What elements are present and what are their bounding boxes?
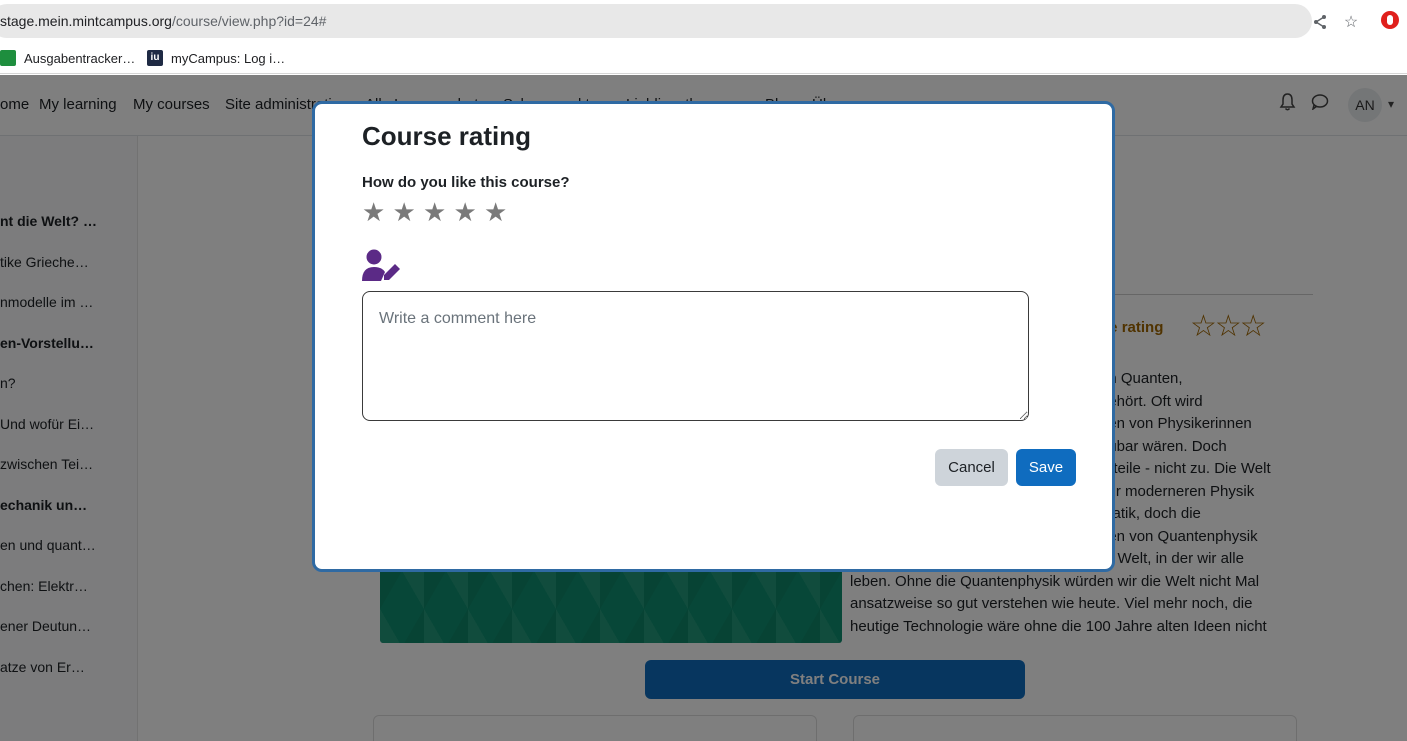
star-4-icon[interactable]: ★ (454, 199, 485, 225)
bookmark-label: Ausgabentracker… (24, 50, 136, 66)
bookmark-ausgabentracker[interactable]: Ausgabentracker… (0, 48, 135, 68)
star-rating: ★ ★ ★ ★ ★ (362, 199, 515, 225)
url-path: /course/view.php?id=24# (171, 13, 327, 29)
sheets-icon (0, 50, 16, 66)
bookmark-label: myCampus: Log i… (171, 50, 286, 66)
save-button[interactable]: Save (1016, 449, 1076, 486)
share-icon[interactable] (1311, 14, 1329, 32)
url-text[interactable]: stage.mein.mintcampus.org/course/view.ph… (0, 13, 326, 29)
comment-textarea[interactable] (362, 291, 1029, 421)
user-edit-icon (362, 249, 402, 283)
iu-icon: iu (147, 50, 163, 66)
bookmark-star-icon[interactable]: ☆ (1342, 14, 1360, 32)
course-rating-modal: Course rating How do you like this cours… (312, 101, 1115, 572)
url-host: stage.mein.mintcampus.org (0, 13, 172, 29)
bookmarks-bar: Ausgabentracker… iu myCampus: Log i… (0, 42, 1407, 74)
star-2-icon[interactable]: ★ (393, 199, 424, 225)
address-bar[interactable]: stage.mein.mintcampus.org/course/view.ph… (0, 4, 1358, 38)
star-5-icon[interactable]: ★ (484, 199, 515, 225)
bookmark-mycampus[interactable]: iu myCampus: Log i… (147, 48, 285, 68)
modal-title: Course rating (362, 121, 532, 151)
rating-question: How do you like this course? (362, 174, 570, 191)
star-3-icon[interactable]: ★ (423, 199, 454, 225)
star-1-icon[interactable]: ★ (362, 199, 393, 225)
browser-toolbar: stage.mein.mintcampus.org/course/view.ph… (0, 0, 1407, 42)
cancel-button[interactable]: Cancel (935, 449, 1008, 486)
extension-icon[interactable] (1381, 11, 1399, 29)
